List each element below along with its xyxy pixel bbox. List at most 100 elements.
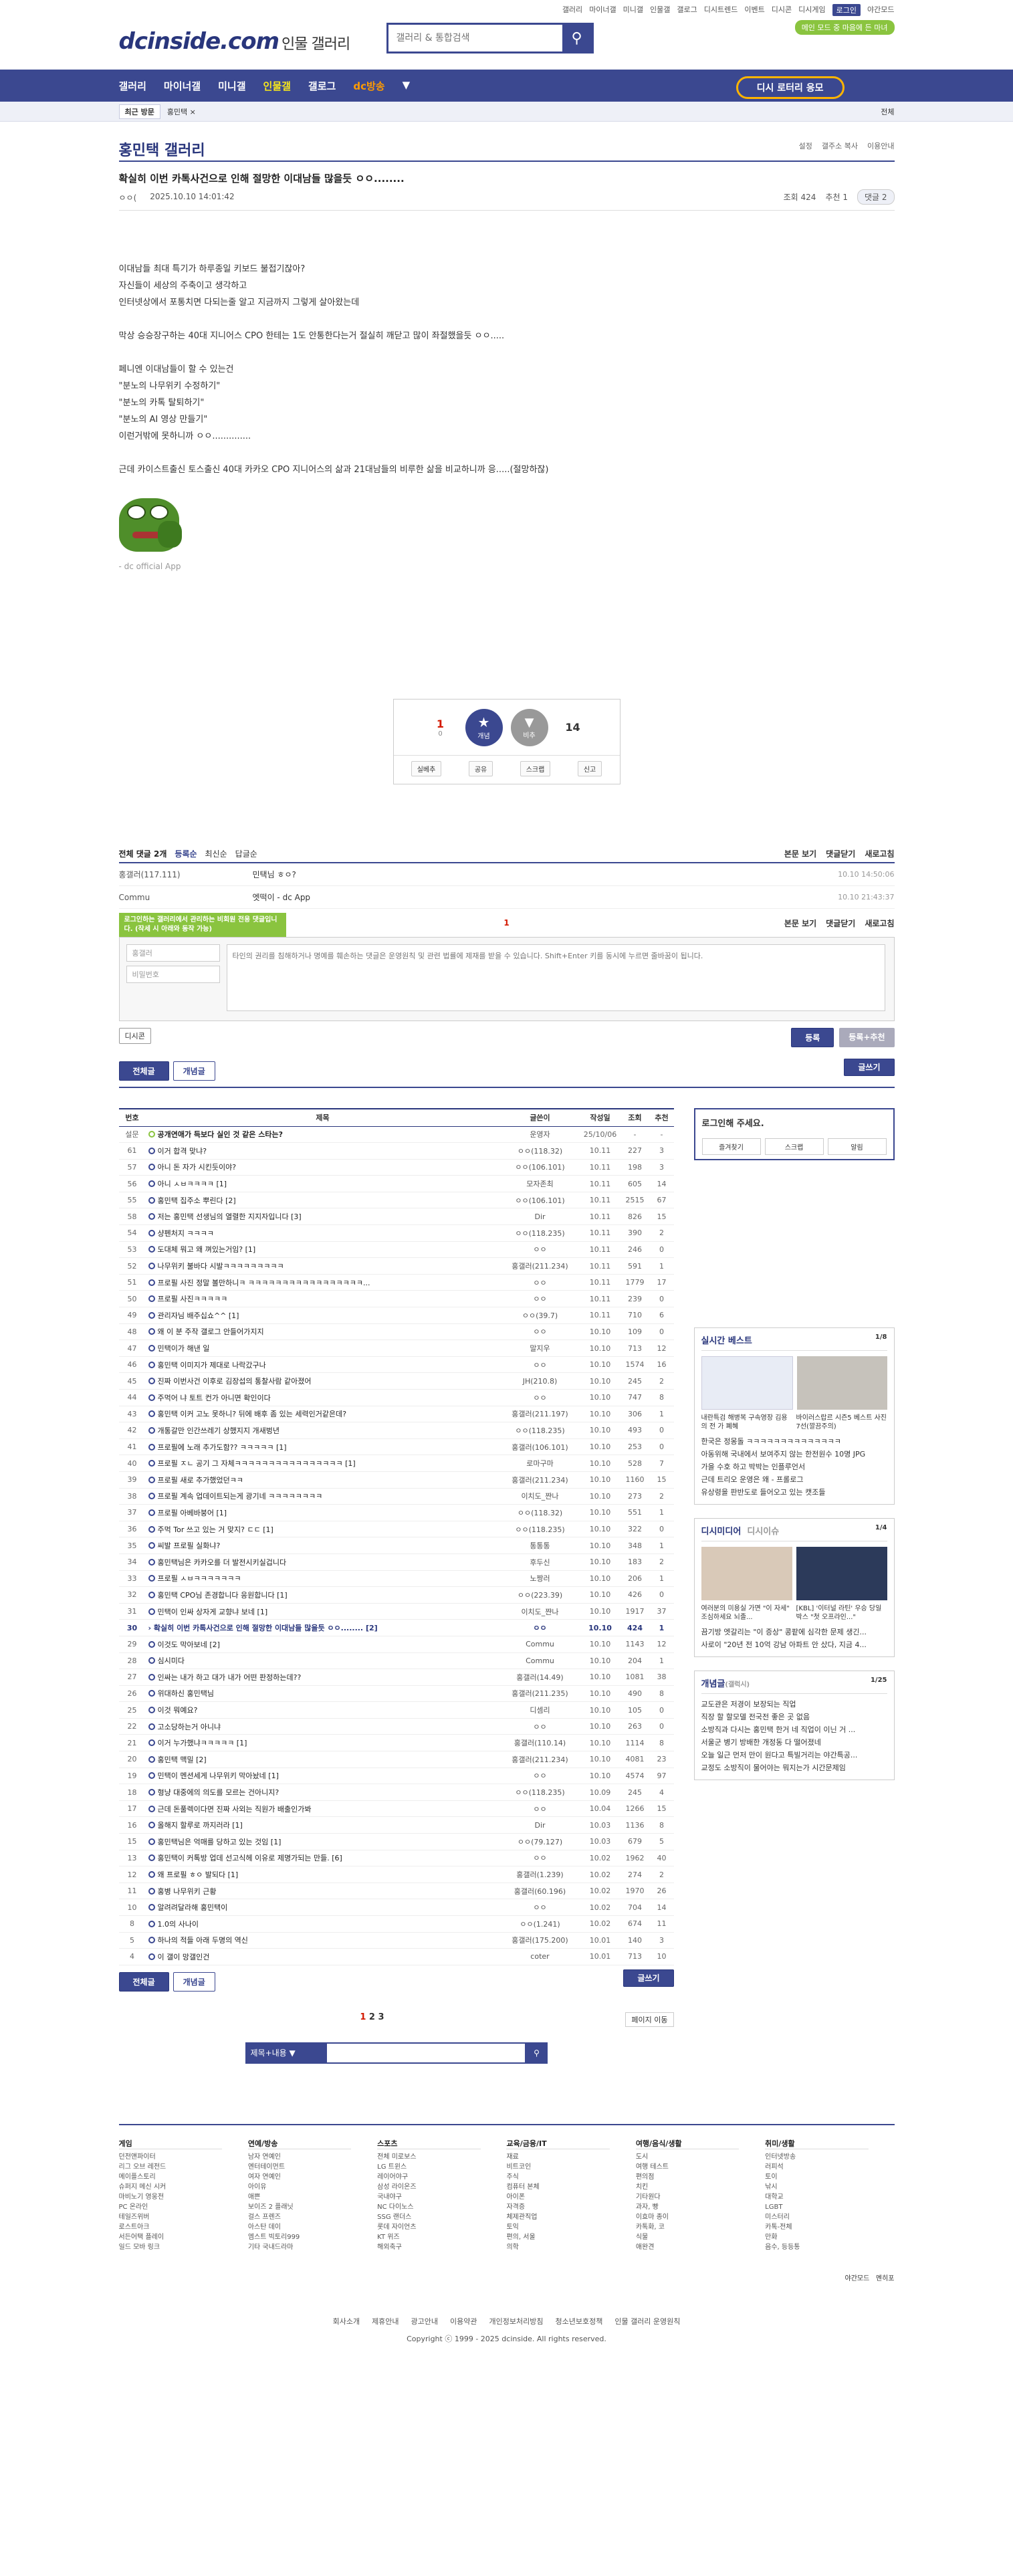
table-row[interactable]: 56 아니 ㅅㅂㅋㅋㅋㅋ [1] 모자존최 10.11 605 14 [118, 1175, 674, 1192]
gnb-item-person[interactable]: 인물갤 [263, 79, 291, 93]
table-row[interactable]: 54 샹펜처지 ㅋㅋㅋㅋ ㅇㅇ(118.235) 10.11 390 2 [118, 1224, 674, 1242]
copy-address-link[interactable]: 갤주소 복사 [822, 140, 858, 151]
footer-link[interactable]: NC 다이노스 [377, 2202, 506, 2212]
post-title-cell[interactable]: 홍민택 집주소 뿌린다 [2] [145, 1192, 500, 1209]
post-title[interactable]: 진짜 이번사건 이후로 김장섭의 통찰사람 같아졌어 [158, 1377, 312, 1386]
footer-link[interactable]: 해외축구 [377, 2242, 506, 2252]
post-writer[interactable]: ㅇㅇ [499, 1767, 580, 1785]
footer-bottom-link[interactable]: 회사소개 [333, 2316, 360, 2327]
post-title-cell[interactable]: 올해지 할루로 까지러라 [1] [145, 1816, 500, 1834]
post-writer[interactable]: 통통통 [499, 1537, 580, 1554]
footer-link[interactable]: 걸스 프렌즈 [248, 2212, 377, 2222]
page-move-button[interactable]: 페이지 이동 [625, 2012, 674, 2027]
post-title[interactable]: 나무위키 불바다 시발ㅋㅋㅋㅋㅋㅋㅋㅋㅋ [158, 1262, 284, 1271]
footer-link[interactable]: PC 온라인 [119, 2202, 248, 2212]
footer-link[interactable]: 서든어택 플레이 [119, 2232, 248, 2242]
footer-link[interactable]: 대학교 [765, 2192, 894, 2202]
footer-bottom-link[interactable]: 제휴안내 [372, 2316, 399, 2327]
post-title-cell[interactable]: 심시미다 [145, 1652, 500, 1670]
post-title-cell[interactable]: 민택이가 해낸 일 [145, 1339, 500, 1357]
post-title[interactable]: 주먹어 냐 토트 컨가 아니면 확인이다 [158, 1394, 271, 1402]
list-item[interactable]: 교도관은 저경이 보장되는 직업 [701, 1698, 887, 1711]
table-row[interactable]: 41 프로필에 노래 추가도함?? ㅋㅋㅋㅋㅋ [1] 홍갤러(106.101) 10… [118, 1438, 674, 1456]
footer-bottom-link[interactable]: 이용약관 [450, 2316, 477, 2327]
footer-link[interactable]: 낚시 [765, 2182, 894, 2192]
footer-link[interactable]: 아이폰 [506, 2192, 635, 2202]
table-row[interactable]: 16 올해지 할루로 까지러라 [1] Dir 10.03 1136 8 [118, 1816, 674, 1834]
post-title[interactable]: 이거 합격 맞냐? [158, 1147, 207, 1156]
gnb-item-gallog[interactable]: 갤로그 [308, 79, 336, 93]
table-row[interactable]: 4 이 갤이 망갤인건 coter 10.01 713 10 [118, 1948, 674, 1965]
post-title-cell[interactable]: 프로필에 노래 추가도함?? ㅋㅋㅋㅋㅋ [1] [145, 1438, 500, 1456]
board-search-input[interactable] [325, 2042, 526, 2064]
table-row[interactable]: 34 홍민택님은 카카오를 더 발전시키실겁니다 후두신 10.10 183 2 [118, 1553, 674, 1571]
footer-column-title[interactable]: 교육/금융/IT [506, 2139, 610, 2149]
footer-link[interactable]: 삼성 라이온즈 [377, 2182, 506, 2192]
post-writer[interactable]: 말지우 [499, 1339, 580, 1357]
gnb-item-dcbang[interactable]: dc방송 [353, 79, 384, 93]
table-row[interactable]: 29 이것도 막아보네 [2] Commu 10.10 1143 12 [118, 1636, 674, 1653]
post-writer[interactable]: ㅇㅇ [499, 1718, 580, 1735]
list-item[interactable]: 직장 할 할모델 전국전 좋은 곳 없음 [701, 1711, 887, 1723]
util-link[interactable]: 디시트렌드 [704, 4, 738, 16]
list-item[interactable]: 소방직과 다시는 홍민택 한거 네 직업이 이닌 거 ... [701, 1723, 887, 1736]
comment-nick[interactable]: 홍갤러(117.111) [119, 869, 253, 880]
post-writer[interactable]: ㅇㅇ(223.39) [499, 1586, 580, 1604]
all-posts-button-bottom[interactable]: 전체글 [118, 1971, 169, 1992]
table-row[interactable]: 53 도대체 뭐고 왜 껴있는거임? [1] ㅇㅇ 10.11 246 0 [118, 1241, 674, 1259]
util-link[interactable]: 이벤트 [744, 4, 764, 16]
post-title-cell[interactable]: 이 갤이 망갤인건 [145, 1948, 500, 1965]
footer-link[interactable]: 토익 [506, 2222, 635, 2232]
post-writer[interactable]: ㅇㅇ(118.32) [499, 1142, 580, 1160]
best-caption-1[interactable]: 내란특검 해병복 구속영장 김용의 전 가 폐혜 [701, 1414, 792, 1431]
footer-link[interactable]: 아이유 [248, 2182, 377, 2192]
footer-link[interactable]: 식물 [636, 2232, 765, 2242]
dccon-button[interactable]: 디시콘 [118, 1028, 151, 1044]
util-link[interactable]: 로그인 [832, 4, 861, 16]
util-link[interactable]: 인물갤 [650, 4, 670, 16]
post-title[interactable]: 주먹 Tor 쓰고 있는 거 맞지? ㄷㄷ [1] [158, 1525, 273, 1534]
post-title[interactable]: 인싸는 내가 하고 대가 내가 어떤 판정하는데?? [158, 1673, 302, 1682]
post-title[interactable]: 하나의 적들 아래 두명의 역신 [158, 1936, 248, 1945]
list-item[interactable]: 서울군 병기 방배한 개정동 다 떨어졌네 [701, 1736, 887, 1749]
login-prompt[interactable]: 로그인해 주세요. [702, 1119, 764, 1129]
post-writer[interactable]: ㅇㅇ [499, 1850, 580, 1867]
post-writer[interactable]: 홍갤러(14.49) [499, 1669, 580, 1686]
post-writer[interactable]: ㅇㅇ [499, 1323, 580, 1341]
table-row[interactable]: 19 민택이 멘션세게 나무위키 막아놨네 [1] ㅇㅇ 10.10 4574 97 [118, 1767, 674, 1785]
reco-down-button[interactable]: ▼ 비추 [510, 708, 548, 746]
post-writer[interactable]: 홍갤러(211.234) [499, 1471, 580, 1489]
footer-bottom-link[interactable]: 개인정보처리방침 [489, 2316, 544, 2327]
media-caption-1[interactable]: 여러분의 미용실 가면 "이 자세" 조심하세요 뇌졸... [701, 1604, 792, 1622]
concept-page[interactable]: 1/25 [871, 1677, 887, 1684]
footer-link[interactable]: 음수, 등등통 [765, 2242, 894, 2252]
footer-link[interactable]: LGBT [765, 2202, 894, 2212]
post-title[interactable]: 민택이가 해낸 일 [158, 1344, 210, 1353]
post-writer[interactable]: 홍갤러(110.14) [499, 1734, 580, 1752]
post-title[interactable]: 프로필 새로 추가했었던ㅋㅋ [158, 1476, 243, 1485]
list-item[interactable]: 한국은 정몽돌 ㅋㅋㅋㅋㅋㅋㅋㅋㅋㅋㅋㅋㅋㅋ [701, 1435, 887, 1448]
post-writer[interactable]: 후두신 [499, 1553, 580, 1571]
post-title-cell[interactable]: 아니 돈 자가 시킨듯이야? [145, 1159, 500, 1176]
footer-link[interactable]: 과자, 빵 [636, 2202, 765, 2212]
table-row[interactable]: 10 알려려달라해 홍민택이 ㅇㅇ 10.02 704 14 [118, 1899, 674, 1916]
post-writer[interactable]: ㅇㅇ( [119, 192, 137, 203]
scrap-list-button[interactable]: 스크랩 [764, 1138, 824, 1155]
footer-link[interactable]: 엠스트 빅토리999 [248, 2232, 377, 2242]
best-button[interactable]: 실베추 [411, 761, 442, 776]
sort-reply[interactable]: 답글순 [235, 848, 257, 859]
footer-link[interactable]: 리그 오브 레전드 [119, 2162, 248, 2172]
footer-link[interactable]: 편의점 [636, 2172, 765, 2182]
list-item[interactable]: 오늘 일근 먼저 만이 원다고 특빌거리는 야간특공... [701, 1749, 887, 1761]
post-writer[interactable]: 홍갤러(211.234) [499, 1751, 580, 1768]
post-title[interactable]: 홍병 나무위키 근황 [158, 1887, 217, 1896]
table-row[interactable]: 33 프로필 ㅅㅂㅋㅋㅋㅋㅋㅋㅋ 노짱러 10.10 206 1 [118, 1570, 674, 1588]
post-title[interactable]: 홍민택님은 카카오를 더 발전시키실겁니다 [158, 1558, 287, 1567]
alarm-button[interactable]: 알림 [827, 1138, 887, 1155]
post-title-cell[interactable]: 이거 누가했냐ㅋㅋㅋㅋㅋ [1] [145, 1734, 500, 1752]
media-thumb-2[interactable] [796, 1547, 887, 1600]
list-item[interactable]: 유상령을 판반도로 들어오고 있는 캣조들 [701, 1486, 887, 1499]
table-row[interactable]: 18 형냥 대중에의 의도를 모르는 건아니지? ㅇㅇ(118.235) 10.09 2… [118, 1784, 674, 1801]
table-row[interactable]: 58 저는 홍민택 선생님의 열렬한 지지자입니다 [3] Dir 10.11 826 1… [118, 1208, 674, 1226]
post-title[interactable]: 고소당하는거 아니냐 [158, 1723, 221, 1731]
